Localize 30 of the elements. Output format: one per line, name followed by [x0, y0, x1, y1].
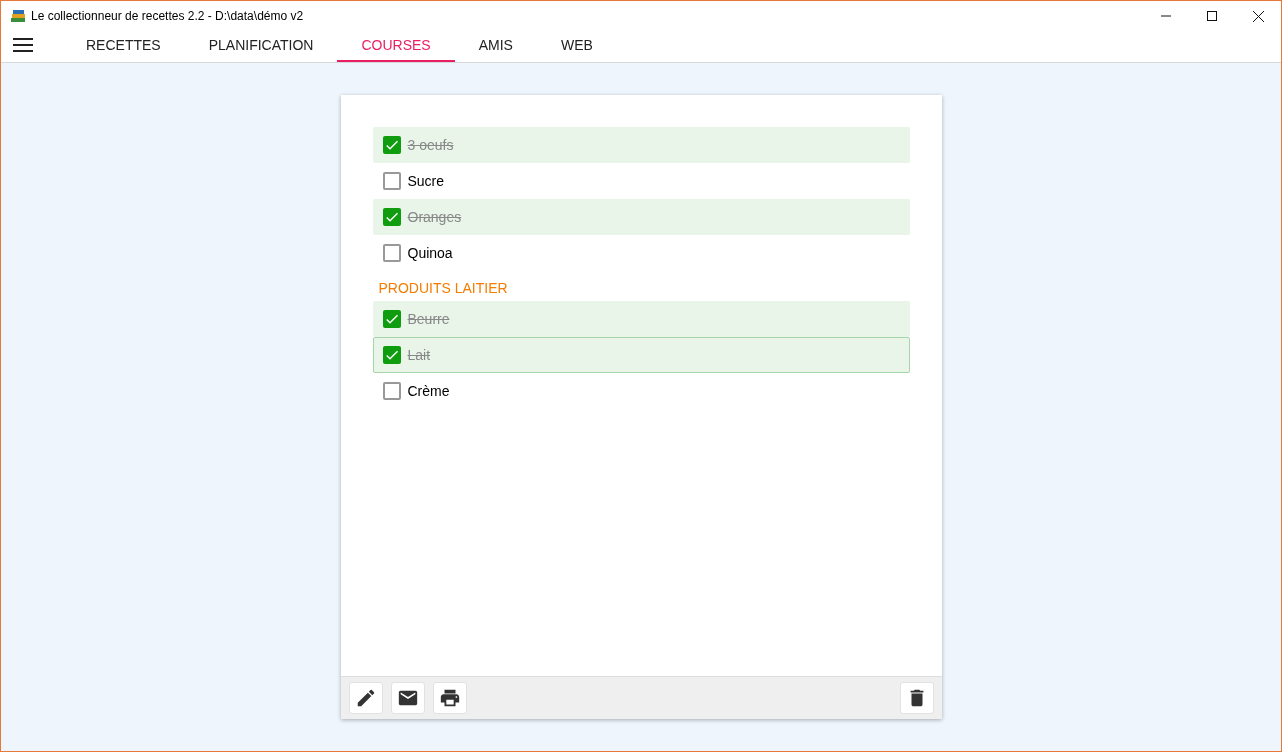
maximize-icon — [1207, 11, 1217, 21]
tab[interactable]: PLANIFICATION — [184, 30, 338, 62]
checkbox[interactable] — [382, 310, 401, 328]
delete-button[interactable] — [899, 682, 934, 714]
item-label: Crème — [407, 381, 450, 401]
item-label: Oranges — [407, 207, 462, 227]
menu-icon[interactable] — [13, 38, 33, 52]
item-label: Beurre — [407, 309, 450, 329]
close-icon — [1252, 10, 1264, 22]
item-label: 3 oeufs — [407, 135, 454, 155]
section-heading: PRODUITS LAITIER — [378, 278, 508, 298]
checkbox[interactable] — [382, 346, 401, 364]
window-title: Le collectionneur de recettes 2.2 - D:\data\démo v2 — [31, 8, 304, 25]
item-label: Lait — [407, 345, 431, 365]
tab[interactable]: WEB — [536, 30, 617, 62]
checkbox[interactable] — [382, 208, 401, 226]
checkbox[interactable] — [382, 136, 401, 154]
item-label: Quinoa — [407, 243, 453, 263]
printer-icon — [438, 687, 461, 709]
checkbox[interactable] — [382, 382, 401, 400]
checkbox[interactable] — [382, 244, 401, 262]
tab[interactable]: AMIS — [454, 30, 537, 62]
checkbox[interactable] — [382, 172, 401, 190]
books-app-icon — [10, 8, 26, 24]
print-button[interactable] — [432, 682, 467, 714]
edit-button[interactable] — [348, 682, 383, 714]
item-label: Sucre — [407, 171, 445, 191]
tab[interactable]: COURSES — [337, 30, 455, 62]
email-button[interactable] — [390, 682, 425, 714]
tab[interactable]: RECETTES — [62, 30, 185, 62]
